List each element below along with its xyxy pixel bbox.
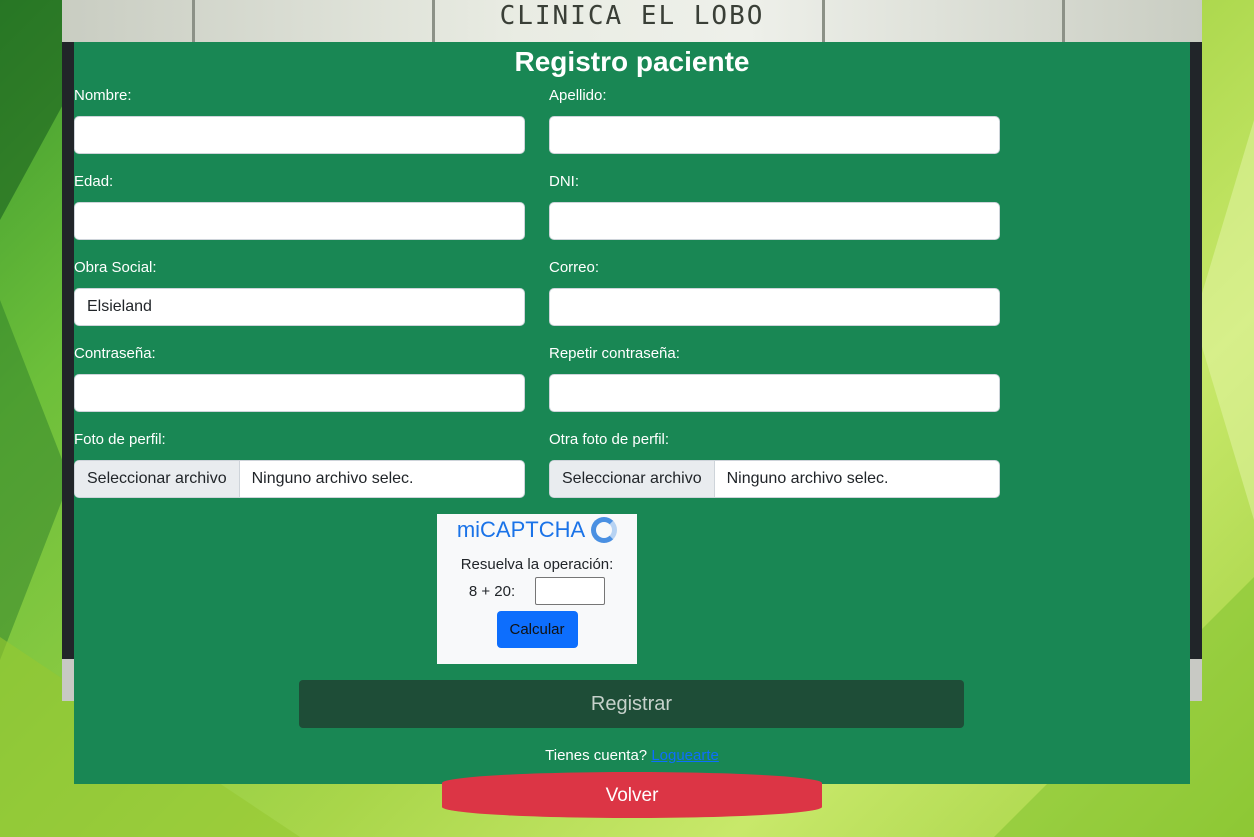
correo-field: Correo: [549, 258, 1000, 326]
account-text: Tienes cuenta? [545, 747, 648, 764]
dni-input[interactable] [549, 202, 1000, 240]
nombre-label: Nombre: [74, 87, 132, 104]
apellido-input[interactable] [549, 116, 1000, 154]
profile-photo-field: Foto de perfil: Seleccionar archivo Ning… [74, 430, 525, 498]
correo-label: Correo: [549, 259, 600, 276]
register-button[interactable]: Registrar [299, 680, 964, 728]
obra-social-label: Obra Social: [74, 259, 157, 276]
profile-photo-input[interactable]: Seleccionar archivo Ninguno archivo sele… [74, 460, 525, 498]
profile-photo-label: Foto de perfil: [74, 431, 166, 448]
captcha-title: miCAPTCHA [456, 517, 586, 542]
other-photo-status: Ninguno archivo selec. [726, 470, 889, 487]
nombre-field: Nombre: [74, 86, 525, 154]
edad-field: Edad: [74, 172, 525, 240]
other-photo-field: Otra foto de perfil: Seleccionar archivo… [549, 430, 1000, 498]
captcha-prompt: Resuelva la operación: [460, 556, 614, 573]
other-photo-label: Otra foto de perfil: [549, 431, 670, 448]
password-label: Contraseña: [74, 345, 156, 362]
obra-social-field: Obra Social: [74, 258, 525, 326]
login-link[interactable]: Loguearte [651, 747, 719, 764]
clinic-logo-text: CLINICA EL LOBO [499, 1, 765, 31]
register-form-card: Registro paciente Nombre: Apellido: Edad… [74, 42, 1190, 784]
hero-banner-image: CLINICA EL LOBO [62, 0, 1202, 42]
background-shape [1194, 120, 1254, 520]
dni-label: DNI: [549, 173, 579, 190]
obra-social-input[interactable] [74, 288, 525, 326]
captcha-header: miCAPTCHA [437, 516, 637, 544]
captcha-answer-input[interactable] [535, 577, 606, 605]
password-field: Contraseña: [74, 344, 525, 412]
other-photo-choose-button[interactable]: Seleccionar archivo [550, 461, 715, 497]
edad-input[interactable] [74, 202, 525, 240]
captcha-operation: 8 + 20: [468, 582, 516, 600]
correo-input[interactable] [549, 288, 1000, 326]
apellido-field: Apellido: [549, 86, 1000, 154]
calcular-button[interactable]: Calcular [496, 611, 578, 648]
edad-label: Edad: [74, 173, 114, 190]
account-prompt: Tienes cuenta? Loguearte [74, 747, 1190, 764]
repeat-password-label: Repetir contraseña: [549, 345, 680, 362]
apellido-label: Apellido: [549, 87, 607, 104]
repeat-password-input[interactable] [549, 374, 1000, 412]
dni-field: DNI: [549, 172, 1000, 240]
captcha-box: miCAPTCHA Resuelva la operación: 8 + 20:… [437, 514, 637, 664]
captcha-operation-row: 8 + 20: [437, 577, 637, 605]
repeat-password-field: Repetir contraseña: [549, 344, 1000, 412]
nombre-input[interactable] [74, 116, 525, 154]
refresh-icon [591, 517, 618, 543]
profile-photo-choose-button[interactable]: Seleccionar archivo [75, 461, 240, 497]
background-shape [0, 300, 70, 660]
back-button[interactable]: Volver [442, 772, 822, 818]
profile-photo-status: Ninguno archivo selec. [251, 470, 414, 487]
other-photo-input[interactable]: Seleccionar archivo Ninguno archivo sele… [549, 460, 1000, 498]
page-title: Registro paciente [514, 46, 750, 77]
password-input[interactable] [74, 374, 525, 412]
